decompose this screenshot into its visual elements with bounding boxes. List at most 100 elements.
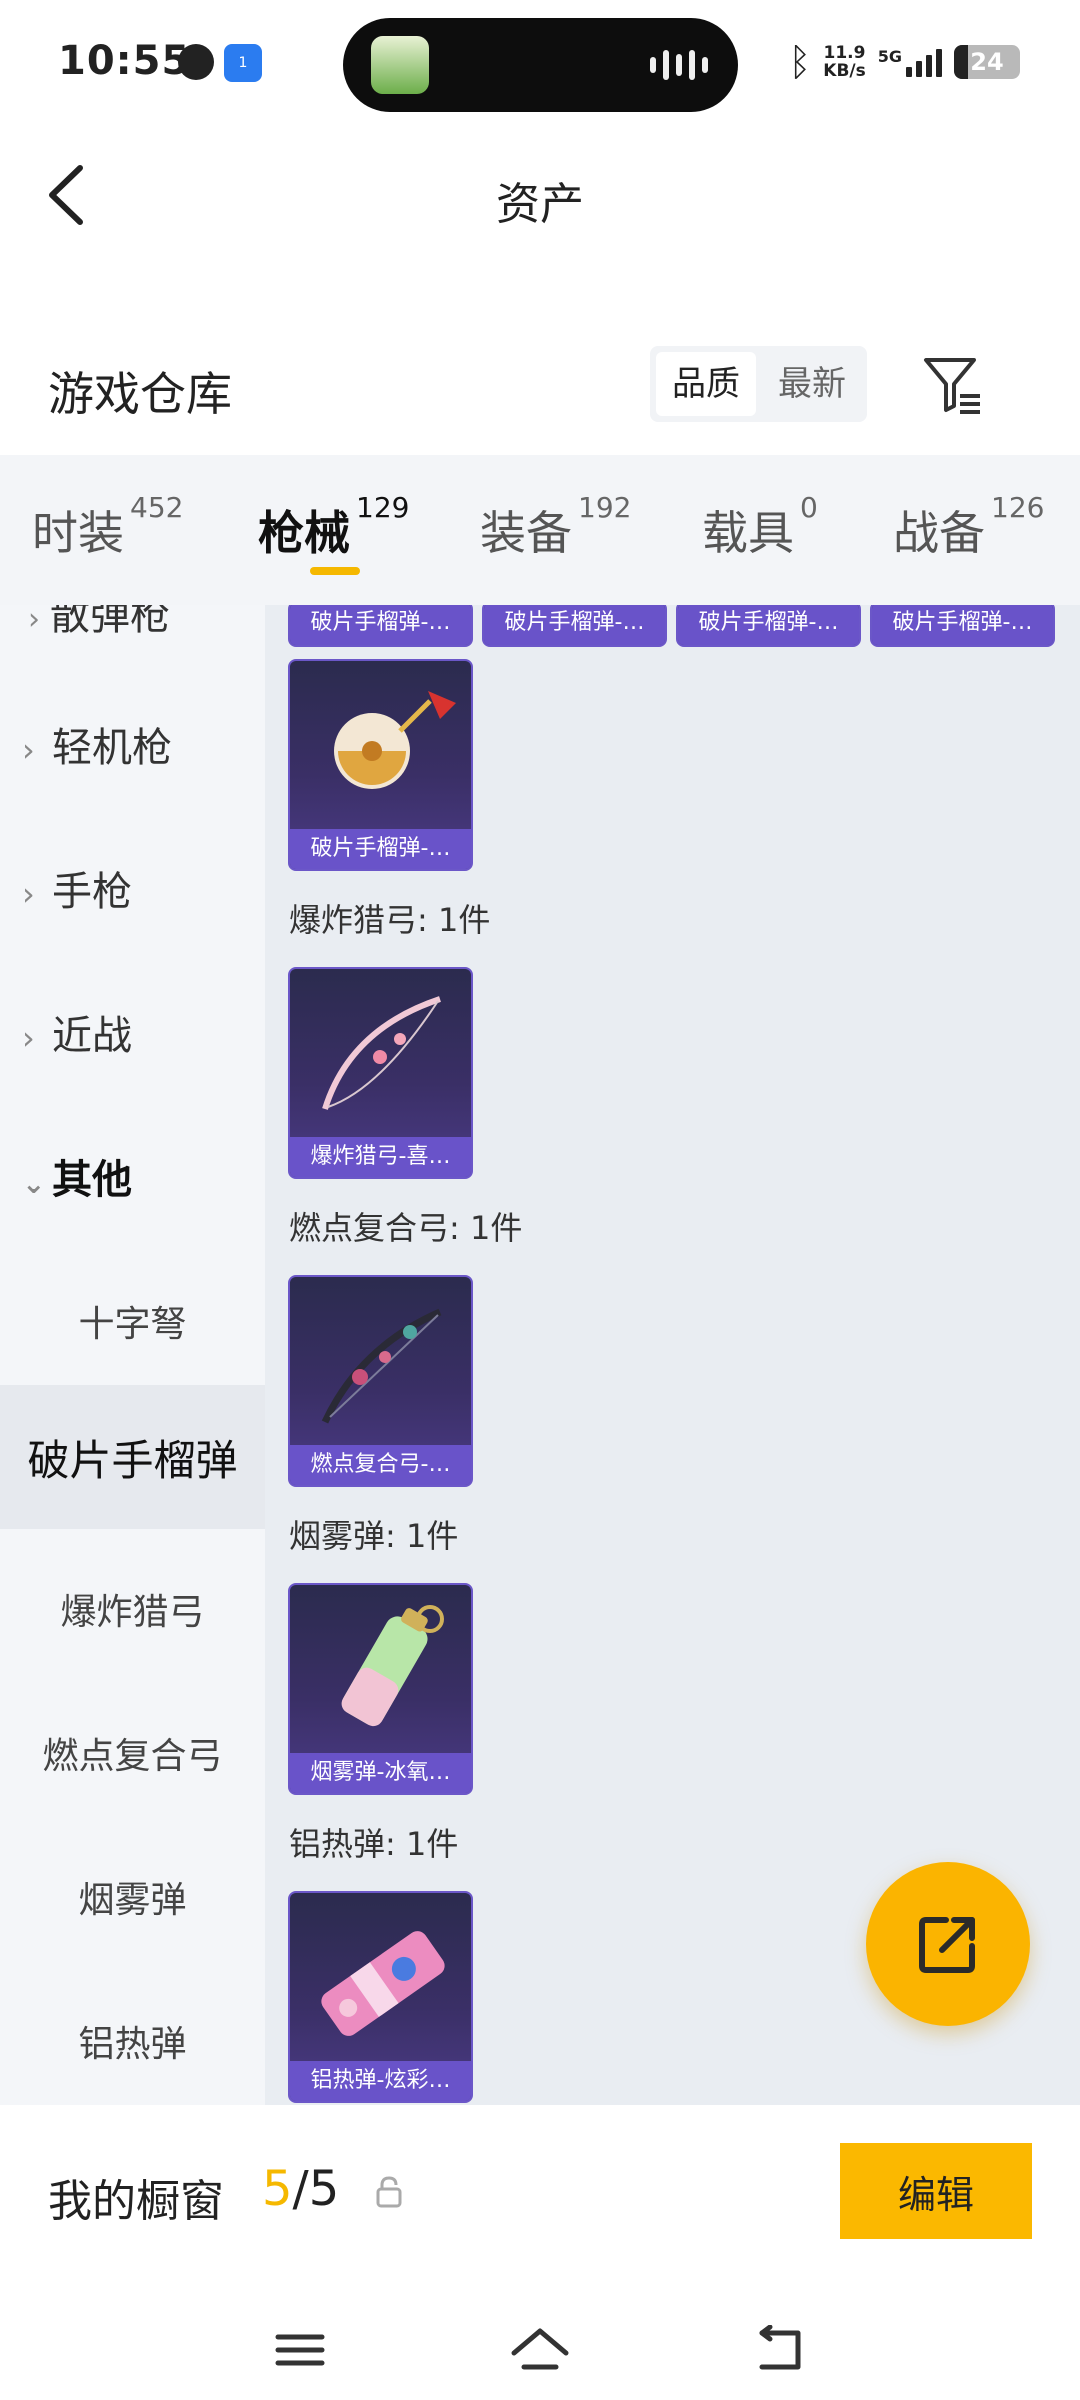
sidebar-item-label: 手枪: [52, 869, 132, 915]
status-right: ᛒ 11.9 KB/s 5G 24: [788, 40, 1020, 84]
tab-fashion[interactable]: 时装 452: [32, 491, 183, 563]
showcase-title: 我的橱窗: [48, 2176, 224, 2227]
tab-count: 0: [800, 491, 818, 524]
showcase-count-sep: /: [292, 2161, 309, 2217]
showcase-count: 5/5: [262, 2161, 339, 2217]
item-card-smoke-grenade[interactable]: 烟雾弹-冰氧…: [288, 1583, 473, 1795]
signal-icon: 5G: [878, 47, 942, 77]
bluetooth-icon: ᛒ: [788, 40, 812, 84]
filter-icon[interactable]: [922, 356, 986, 416]
sidebar-sub-compound-bow[interactable]: 燃点复合弓: [0, 1727, 265, 1779]
frag-grenade-image: [334, 691, 456, 789]
tab-label: 时装: [32, 506, 124, 560]
warehouse-title: 游戏仓库: [48, 367, 232, 421]
tab-firearms[interactable]: 枪械 129: [258, 491, 409, 563]
share-export-button[interactable]: [866, 1862, 1030, 2026]
dynamic-island[interactable]: [343, 18, 738, 112]
chevron-right-icon: ›: [22, 1019, 35, 1057]
tab-count: 129: [356, 491, 410, 524]
item-card-label: 烟雾弹-冰氧…: [290, 1753, 471, 1793]
app-notification-icon: [178, 44, 214, 80]
audio-wave-icon: [650, 48, 708, 82]
item-card-label: 铝热弹-炫彩…: [290, 2061, 471, 2101]
sidebar-item-label: 破片手榴弹: [27, 1436, 238, 1485]
status-bar: 10:55 1 ᛒ 11.9 KB/s 5G 24: [0, 0, 1080, 130]
category-tabs: 时装 452 枪械 129 装备 192 载具 0 战备 126: [0, 455, 1080, 605]
item-card-explosive-bow[interactable]: 爆炸猎弓-喜…: [288, 967, 473, 1179]
edit-button[interactable]: 编辑: [840, 2143, 1032, 2239]
item-card[interactable]: 破片手榴弹-…: [288, 605, 473, 647]
tab-equipment[interactable]: 装备 192: [480, 491, 631, 563]
sidebar-item-other[interactable]: ⌄ 其他: [0, 1147, 265, 1205]
status-time: 10:55: [58, 38, 191, 84]
compound-bow-image: [321, 1308, 442, 1424]
sidebar-sub-explosive-bow[interactable]: 爆炸猎弓: [0, 1583, 265, 1635]
tab-label: 载具: [702, 506, 794, 560]
showcase-count-total: 5: [308, 2161, 340, 2217]
sidebar-item-shotgun[interactable]: › 散弹枪: [28, 605, 170, 641]
lock-icon: [376, 2176, 402, 2208]
tab-vehicles[interactable]: 载具 0: [702, 491, 818, 563]
speed-unit: KB/s: [823, 61, 866, 81]
thermite-grenade-image: [321, 1931, 445, 2036]
item-card-label: 破片手榴弹-…: [872, 605, 1053, 645]
item-card-compound-bow[interactable]: 燃点复合弓-…: [288, 1275, 473, 1487]
page-title: 资产: [496, 179, 584, 230]
tab-count: 192: [578, 491, 632, 524]
section-header-compound-bow: 燃点复合弓: 1件: [289, 1209, 523, 1247]
sidebar-sub-crossbow[interactable]: 十字弩: [0, 1295, 265, 1347]
notif-badge: 1: [238, 55, 248, 71]
system-nav-bar: [0, 2305, 1080, 2395]
sort-segmented-control: 品质 最新: [650, 346, 867, 422]
active-tab-indicator: [310, 567, 360, 575]
sidebar-sub-thermite[interactable]: 铝热弹: [0, 2015, 265, 2067]
item-card[interactable]: 破片手榴弹-…: [870, 605, 1055, 647]
speed-value: 11.9: [823, 43, 866, 63]
network-speed: 11.9 KB/s: [823, 44, 865, 80]
item-card-label: 破片手榴弹-…: [484, 605, 665, 645]
tab-count: 126: [991, 491, 1045, 524]
back-nav-icon[interactable]: [750, 2325, 810, 2375]
sidebar-item-melee[interactable]: › 近战: [0, 1003, 265, 1061]
home-icon[interactable]: [510, 2325, 570, 2375]
sidebar-item-label: 轻机枪: [52, 725, 172, 771]
sidebar-item-pistol[interactable]: › 手枪: [0, 859, 265, 917]
sidebar-item-label: 其他: [52, 1157, 132, 1203]
section-header-thermite: 铝热弹: 1件: [289, 1825, 459, 1863]
tab-label: 战备: [893, 506, 985, 560]
chevron-down-icon: ⌄: [22, 1167, 46, 1200]
sidebar-item-lmg[interactable]: › 轻机枪: [0, 715, 265, 773]
smoke-grenade-image: [341, 1605, 444, 1727]
battery-icon: 24: [954, 45, 1020, 79]
network-type: 5G: [877, 47, 902, 66]
showcase-bar: 我的橱窗 5/5 编辑: [0, 2105, 1080, 2400]
sidebar-sub-smoke-grenade[interactable]: 烟雾弹: [0, 1871, 265, 1923]
share-export-icon: [919, 1917, 975, 1973]
sort-quality-button[interactable]: 品质: [656, 352, 756, 416]
sort-newest-button[interactable]: 最新: [762, 352, 862, 416]
category-sidebar[interactable]: › 散弹枪 › 轻机枪 › 手枪 › 近战 ⌄ 其他 十字弩 破片手榴弹 爆炸猎弓 燃点复…: [0, 605, 265, 2105]
item-card[interactable]: 破片手榴弹-…: [482, 605, 667, 647]
chevron-right-icon: ›: [22, 875, 35, 913]
section-header-explosive-bow: 爆炸猎弓: 1件: [289, 901, 491, 939]
item-card-label: 爆炸猎弓-喜…: [290, 1137, 471, 1177]
showcase-count-current: 5: [262, 2161, 293, 2217]
sidebar-item-label: 近战: [52, 1013, 132, 1059]
chevron-right-icon: ›: [22, 731, 35, 769]
item-card[interactable]: 破片手榴弹-…: [676, 605, 861, 647]
broadcast-notification-icon: 1: [224, 44, 262, 82]
tab-combat-supplies[interactable]: 战备 126: [893, 491, 1044, 563]
sidebar-item-label: 散弹枪: [50, 605, 170, 639]
tab-label: 装备: [480, 506, 572, 560]
section-header-smoke-grenade: 烟雾弹: 1件: [289, 1517, 459, 1555]
game-app-icon: [371, 36, 429, 94]
item-card-grenade[interactable]: 破片手榴弹-…: [288, 659, 473, 871]
menu-icon[interactable]: [270, 2325, 330, 2375]
tab-label: 枪械: [258, 506, 350, 560]
item-card-thermite[interactable]: 铝热弹-炫彩…: [288, 1891, 473, 2103]
item-card-label: 破片手榴弹-…: [290, 829, 471, 869]
item-card-label: 破片手榴弹-…: [290, 605, 471, 645]
sidebar-sub-frag-grenade[interactable]: 破片手榴弹: [0, 1385, 265, 1529]
bow-image: [322, 996, 441, 1110]
tab-count: 452: [130, 491, 184, 524]
